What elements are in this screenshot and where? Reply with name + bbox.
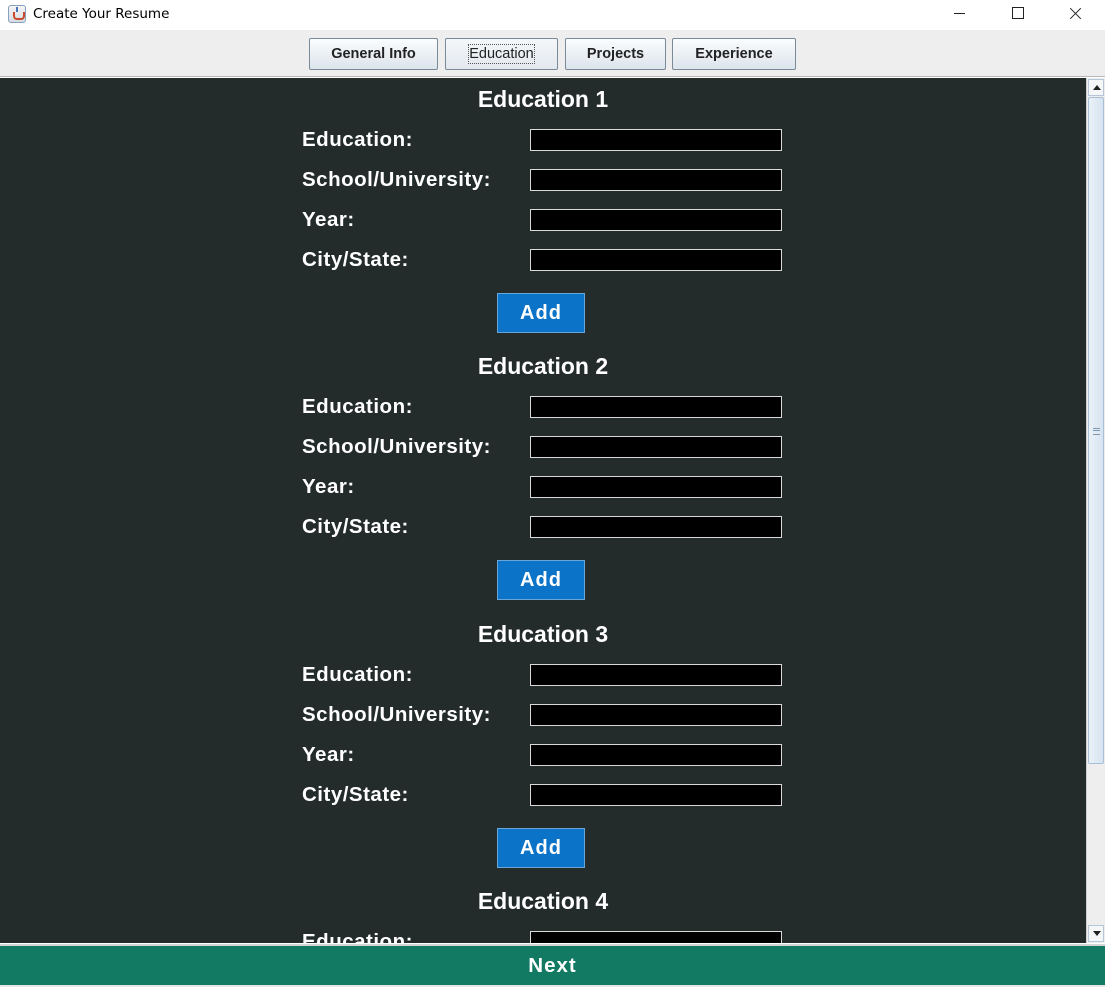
- field-label-education: Education:: [302, 128, 413, 151]
- field-label-city-state: City/State:: [302, 515, 409, 538]
- scroll-thumb[interactable]: [1088, 97, 1104, 764]
- year-input[interactable]: [530, 476, 782, 498]
- year-input[interactable]: [530, 744, 782, 766]
- title-bar: Create Your Resume: [0, 0, 1105, 30]
- vertical-scrollbar[interactable]: [1086, 78, 1105, 943]
- field-label-school: School/University:: [302, 703, 491, 726]
- city-state-input[interactable]: [530, 516, 782, 538]
- education-input[interactable]: [530, 931, 782, 943]
- year-input[interactable]: [530, 209, 782, 231]
- field-label-education: Education:: [302, 395, 413, 418]
- maximize-icon[interactable]: [989, 0, 1047, 30]
- scroll-down-arrow-icon[interactable]: [1088, 925, 1104, 942]
- add-button[interactable]: Add: [497, 293, 585, 333]
- city-state-input[interactable]: [530, 249, 782, 271]
- tab-toolbar: General Info Education Projects Experien…: [0, 30, 1105, 77]
- scroll-up-arrow-icon[interactable]: [1088, 79, 1104, 96]
- field-label-city-state: City/State:: [302, 248, 409, 271]
- field-label-school: School/University:: [302, 435, 491, 458]
- section-title: Education 3: [477, 621, 609, 647]
- window-title: Create Your Resume: [33, 6, 170, 22]
- add-button[interactable]: Add: [497, 560, 585, 600]
- add-button[interactable]: Add: [497, 828, 585, 868]
- field-label-year: Year:: [302, 743, 355, 766]
- java-app-icon: [8, 5, 26, 23]
- school-input[interactable]: [530, 169, 782, 191]
- field-label-school: School/University:: [302, 168, 491, 191]
- tab-projects[interactable]: Projects: [565, 38, 666, 70]
- education-form-panel: Education 1 Education: School/University…: [0, 78, 1086, 943]
- tab-education[interactable]: Education: [445, 38, 558, 70]
- city-state-input[interactable]: [530, 784, 782, 806]
- education-input[interactable]: [530, 129, 782, 151]
- next-button[interactable]: Next: [0, 944, 1105, 985]
- tab-education-label: Education: [468, 44, 535, 64]
- section-title: Education 4: [477, 888, 609, 914]
- education-input[interactable]: [530, 664, 782, 686]
- field-label-year: Year:: [302, 208, 355, 231]
- close-icon[interactable]: [1047, 0, 1105, 30]
- minimize-icon[interactable]: [932, 0, 990, 30]
- section-title: Education 1: [477, 86, 609, 112]
- field-label-city-state: City/State:: [302, 783, 409, 806]
- field-label-education: Education:: [302, 930, 413, 943]
- education-input[interactable]: [530, 396, 782, 418]
- field-label-year: Year:: [302, 475, 355, 498]
- school-input[interactable]: [530, 704, 782, 726]
- tab-experience[interactable]: Experience: [672, 38, 796, 70]
- school-input[interactable]: [530, 436, 782, 458]
- field-label-education: Education:: [302, 663, 413, 686]
- section-title: Education 2: [477, 353, 609, 379]
- tab-general-info[interactable]: General Info: [309, 38, 438, 70]
